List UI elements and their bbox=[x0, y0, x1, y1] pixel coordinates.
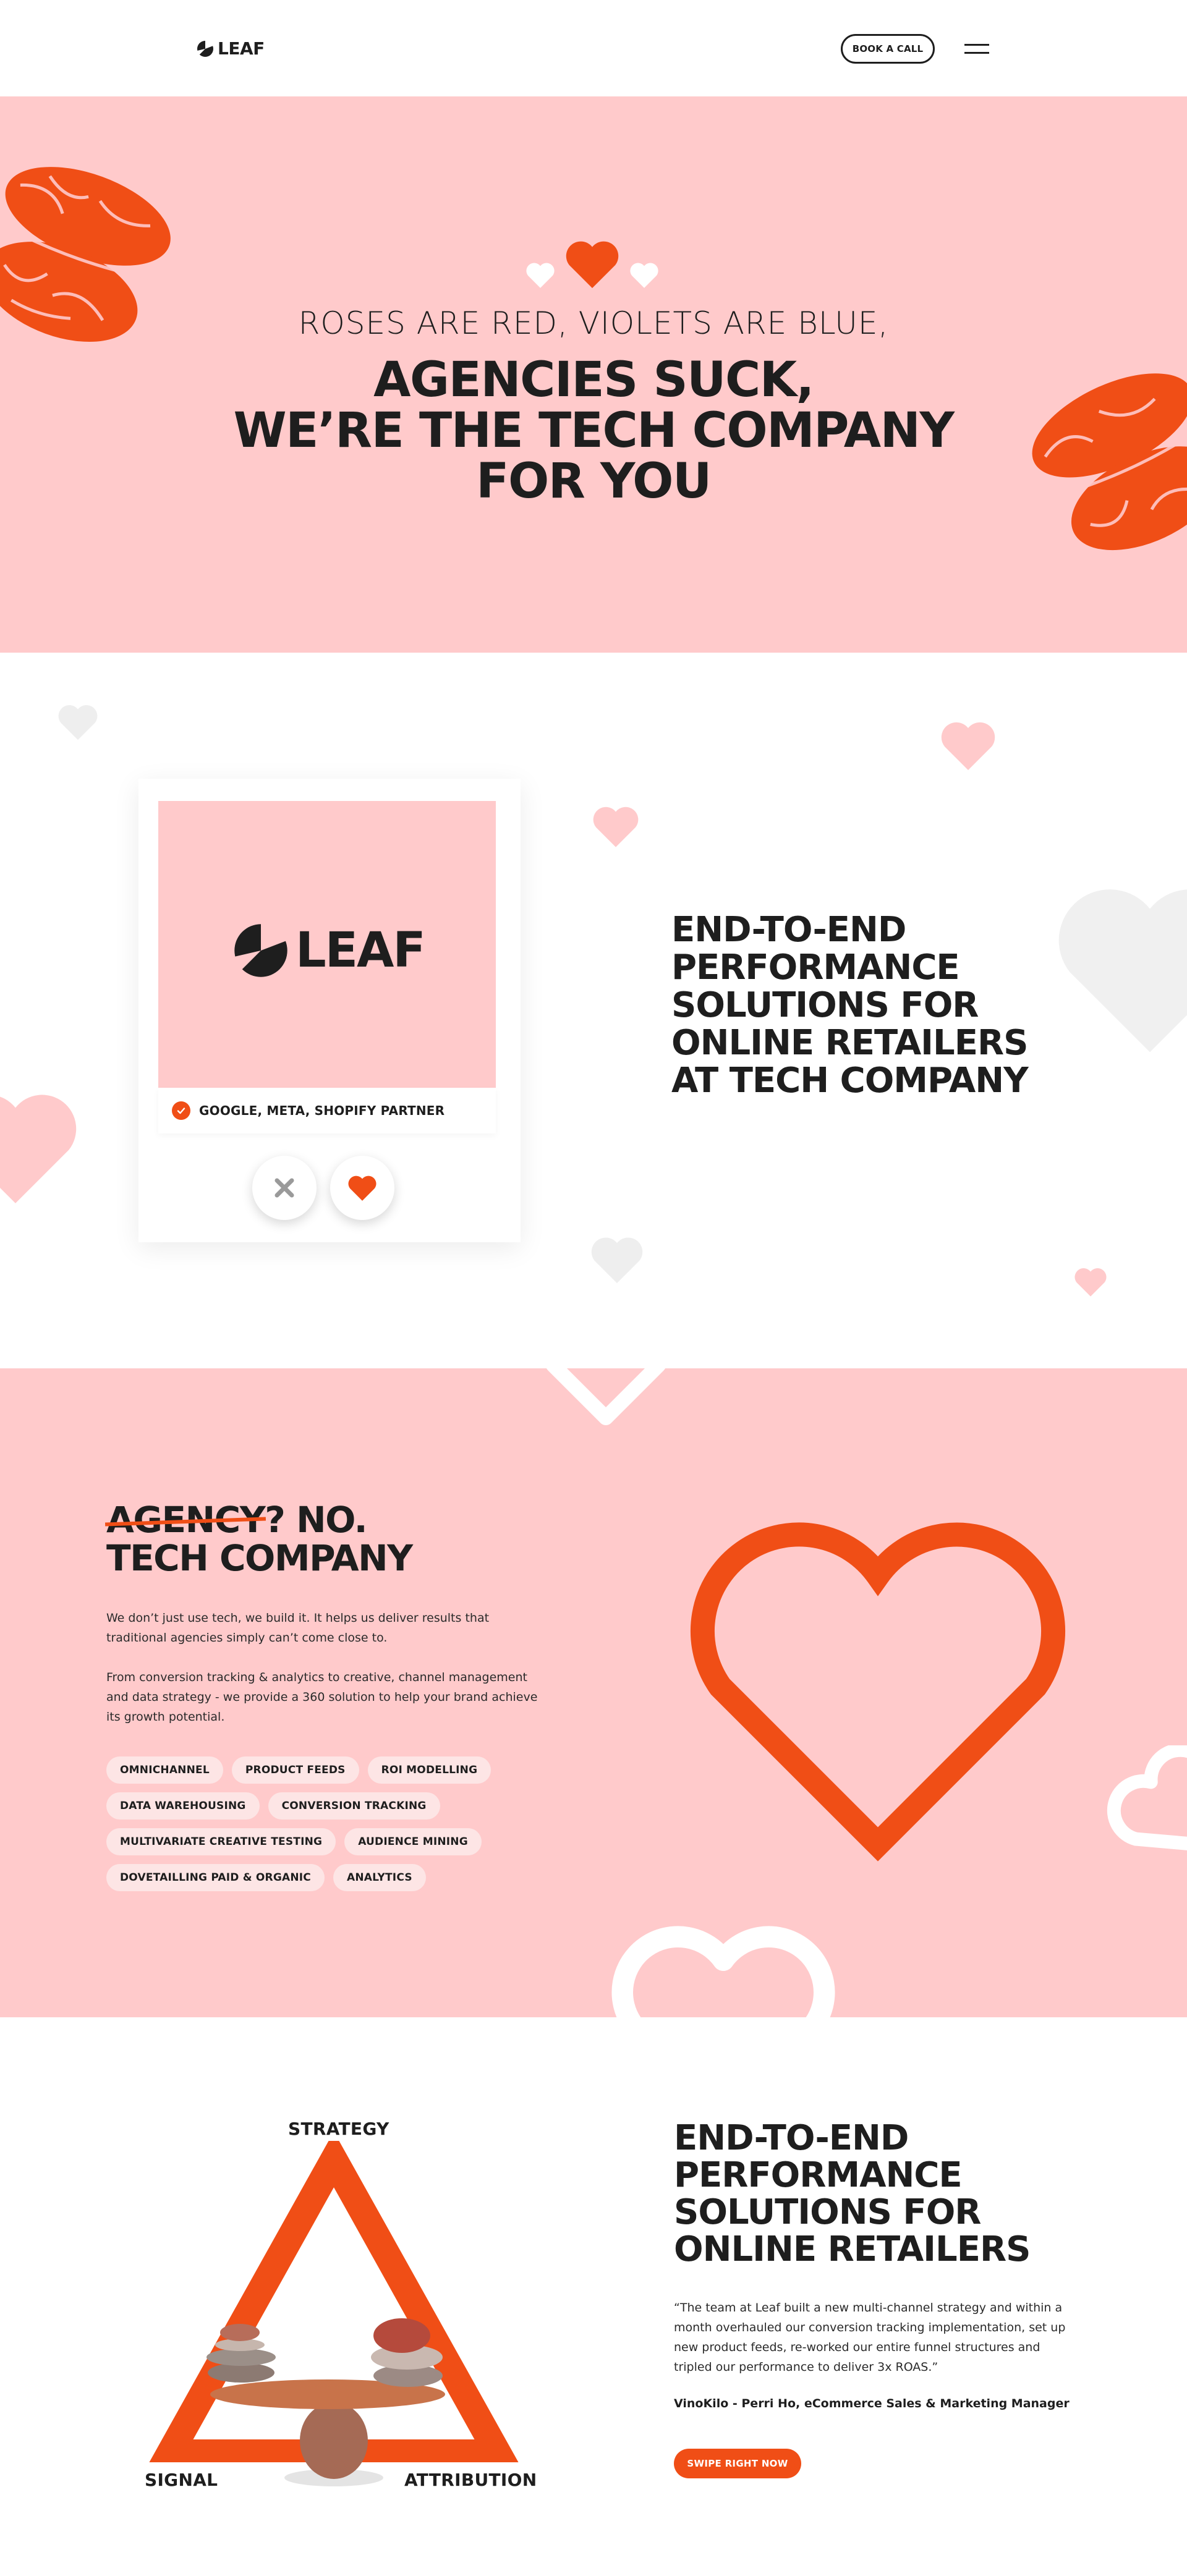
service-tag: DATA WAREHOUSING bbox=[106, 1792, 260, 1820]
card-image: LEAF bbox=[158, 801, 496, 1088]
heart-icon bbox=[58, 705, 98, 740]
results-title-line: END-TO-END bbox=[674, 2118, 909, 2158]
book-a-call-button[interactable]: BOOK A CALL bbox=[841, 34, 935, 64]
tech-paragraph: From conversion tracking & analytics to … bbox=[106, 1671, 538, 1724]
tech-paragraph: We don’t just use tech, we build it. It … bbox=[106, 1611, 490, 1645]
intro-title: END-TO-END PERFORMANCE SOLUTIONS FOR ONL… bbox=[671, 911, 1104, 1099]
logo-text: LEAF bbox=[218, 38, 265, 59]
testimonial-quote: “The team at Leaf built a new multi-chan… bbox=[674, 2301, 1066, 2374]
heart-icon bbox=[630, 263, 658, 288]
hero-title: AGENCIES SUCK, WE’RE THE TECH COMPANY FO… bbox=[0, 355, 1187, 507]
tech-title: AGENCY? NO. TECH COMPANY bbox=[106, 1499, 413, 1579]
close-icon bbox=[274, 1178, 294, 1198]
testimonial-author: VinoKilo - Perri Ho, eCommerce Sales & M… bbox=[674, 2397, 1070, 2410]
intro-title-line: SOLUTIONS FOR bbox=[671, 985, 979, 1025]
reject-button[interactable] bbox=[252, 1156, 317, 1220]
like-button[interactable] bbox=[330, 1156, 394, 1220]
results-title-line: PERFORMANCE bbox=[674, 2155, 963, 2195]
hero-section: ROSES ARE RED, VIOLETS ARE BLUE, AGENCIE… bbox=[0, 96, 1187, 653]
intro-title-line: ONLINE RETAILERS bbox=[671, 1023, 1028, 1063]
heart-icon bbox=[690, 1522, 1066, 1862]
triangle-label-top: STRATEGY bbox=[288, 2119, 389, 2139]
hero-title-line: WE’RE THE TECH COMPANY bbox=[233, 403, 955, 459]
heart-icon bbox=[941, 722, 995, 770]
card-logo: LEAF bbox=[232, 922, 426, 979]
heart-icon bbox=[1107, 1745, 1187, 1852]
service-tag: PRODUCT FEEDS bbox=[231, 1756, 359, 1784]
heart-icon bbox=[348, 1176, 377, 1201]
service-tag: AUDIENCE MINING bbox=[344, 1828, 482, 1855]
site-header: LEAF BOOK A CALL bbox=[0, 0, 1187, 96]
hero-title-line: FOR YOU bbox=[476, 454, 712, 509]
service-tag: OMNICHANNEL bbox=[106, 1756, 223, 1784]
leaf-logo-icon bbox=[234, 922, 287, 977]
struck-word: AGENCY bbox=[106, 1499, 266, 1541]
partner-badge: GOOGLE, META, SHOPIFY PARTNER bbox=[158, 1088, 496, 1133]
intro-title-line: PERFORMANCE bbox=[671, 947, 960, 988]
heart-icon bbox=[526, 263, 555, 288]
site-logo[interactable]: LEAF bbox=[197, 38, 265, 59]
service-tag: CONVERSION TRACKING bbox=[268, 1792, 440, 1820]
heart-icon bbox=[0, 1095, 77, 1203]
results-title-line: ONLINE RETAILERS bbox=[674, 2229, 1031, 2269]
heart-icon bbox=[611, 1926, 835, 2017]
hero-title-line: AGENCIES SUCK, bbox=[373, 352, 814, 408]
heart-icon bbox=[1074, 1268, 1107, 1297]
card-logo-text: LEAF bbox=[296, 923, 426, 978]
heart-icon bbox=[566, 241, 619, 289]
leaf-logo-icon bbox=[197, 40, 213, 57]
partner-card: LEAF GOOGLE, META, SHOPIFY PARTNER bbox=[138, 779, 521, 1242]
heart-icon bbox=[593, 807, 639, 847]
menu-icon[interactable] bbox=[962, 40, 990, 58]
service-tag: ROI MODELLING bbox=[367, 1756, 491, 1784]
swipe-right-button[interactable]: SWIPE RIGHT NOW bbox=[674, 2449, 801, 2478]
hero-subtitle: ROSES ARE RED, VIOLETS ARE BLUE, bbox=[298, 305, 889, 341]
results-title-line: SOLUTIONS FOR bbox=[674, 2192, 981, 2232]
heart-icon bbox=[546, 1368, 666, 1425]
service-tag: MULTIVARIATE CREATIVE TESTING bbox=[106, 1828, 336, 1855]
service-tags: OMNICHANNEL PRODUCT FEEDS ROI MODELLING … bbox=[106, 1756, 551, 1891]
service-tag: DOVETAILLING PAID & ORGANIC bbox=[106, 1864, 325, 1891]
check-icon bbox=[172, 1101, 190, 1120]
intro-title-line: AT TECH COMPANY bbox=[671, 1061, 1029, 1101]
tech-title-rest: ? NO. bbox=[265, 1499, 367, 1541]
stacked-stones-icon bbox=[206, 2318, 445, 2486]
tech-title-line2: TECH COMPANY bbox=[106, 1537, 413, 1579]
badge-text: GOOGLE, META, SHOPIFY PARTNER bbox=[199, 1103, 445, 1118]
intro-section: LEAF GOOGLE, META, SHOPIFY PARTNER END-T… bbox=[0, 653, 1187, 1368]
intro-title-line: END-TO-END bbox=[671, 910, 906, 950]
results-title: END-TO-END PERFORMANCE SOLUTIONS FOR ONL… bbox=[674, 2120, 1107, 2268]
heart-icon bbox=[591, 1237, 643, 1284]
results-section: STRATEGY SIGNAL ATTRIBUTION END-TO-END P… bbox=[0, 2017, 1187, 2576]
service-tag: ANALYTICS bbox=[333, 1864, 426, 1891]
tech-section: AGENCY? NO. TECH COMPANY We don’t just u… bbox=[0, 1368, 1187, 2017]
